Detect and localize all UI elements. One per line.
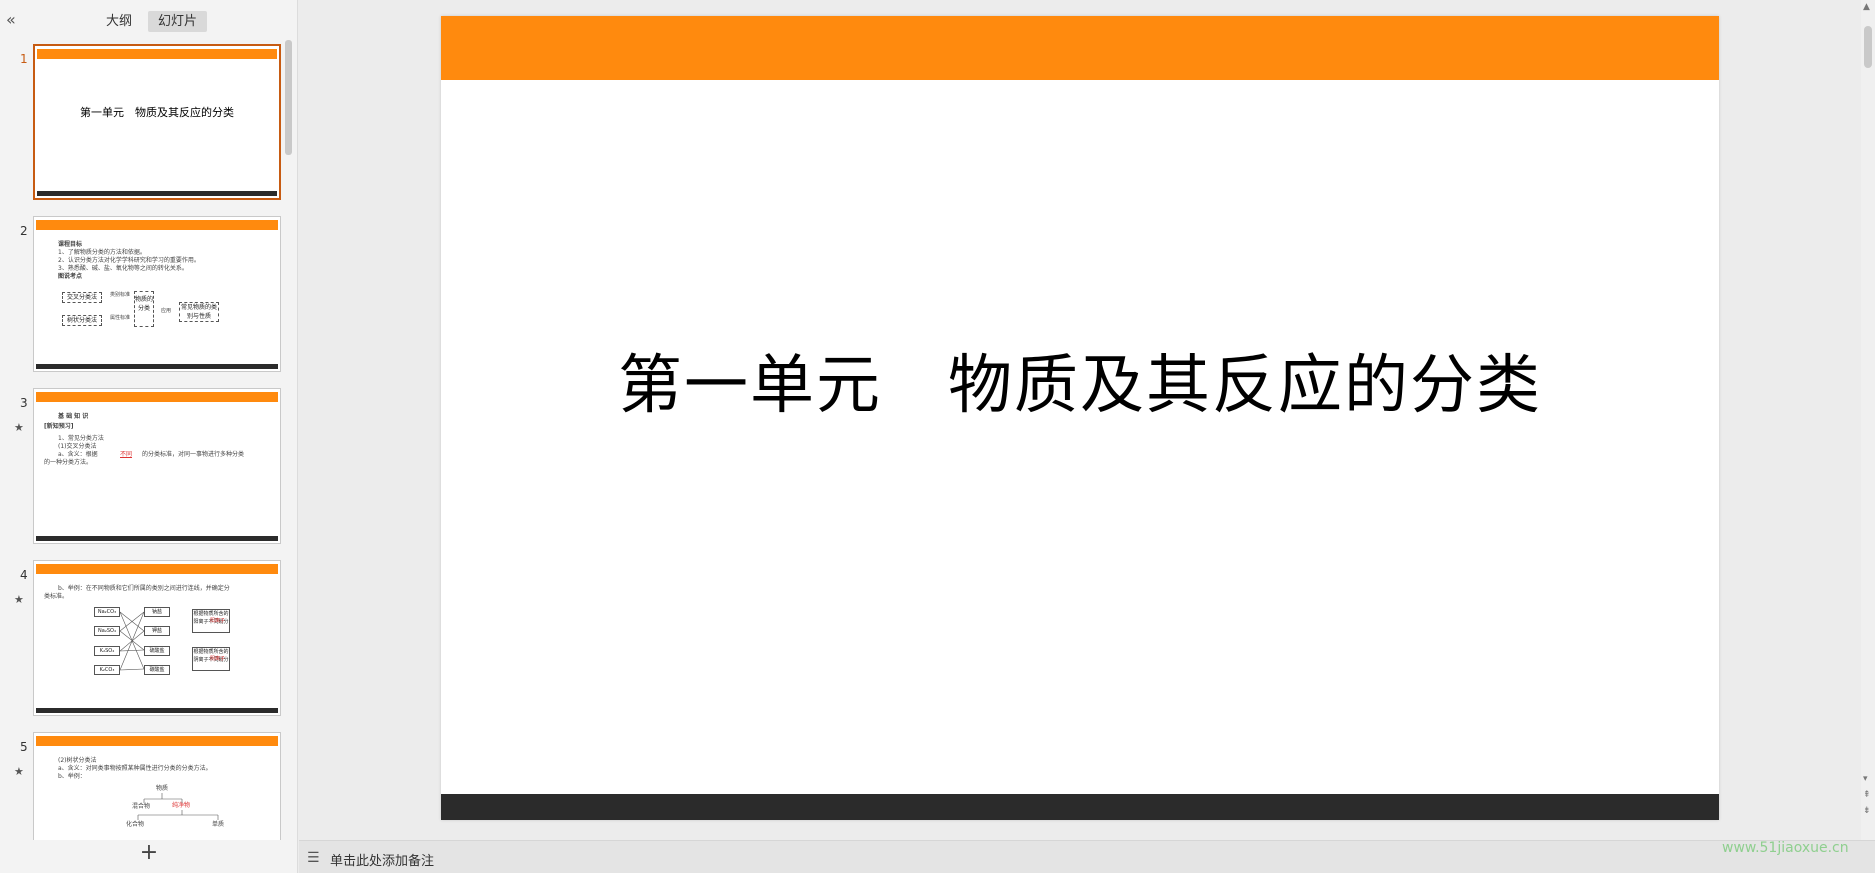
thumb-box: 钠盐 — [144, 607, 170, 617]
thumb-text: 2、认识分类方法对化学学科研究和学习的重要作用。 — [58, 257, 200, 264]
thumb-text: 图说考点 — [58, 273, 83, 280]
thumbnail-scrollbar[interactable] — [285, 40, 292, 155]
vertical-scrollbar[interactable]: ▲ ▾ ⇞ ⇟ — [1861, 0, 1875, 840]
current-slide[interactable]: 第一单元 物质及其反应的分类 — [441, 16, 1719, 820]
thumb-header-bar — [36, 392, 278, 402]
thumb-text: (1)交叉分类法 — [58, 443, 97, 450]
slide-header-bar — [441, 16, 1719, 80]
thumb-header-bar — [36, 736, 278, 746]
thumb-box: K₂CO₃ — [94, 665, 120, 675]
notes-placeholder[interactable]: 单击此处添加备注 — [330, 850, 434, 869]
slide-number: 4 — [20, 568, 28, 582]
thumb-title: 第一单元 物质及其反应的分类 — [80, 106, 234, 119]
thumb-footer-bar — [36, 364, 278, 369]
slide-thumbnail-4[interactable]: 4 ★ b、举例：在不同物质和它们所属的类别之间进行连线，并确定分 类标准。 N… — [0, 556, 290, 716]
thumb-box: K₂SO₄ — [94, 646, 120, 656]
collapse-panel-icon[interactable]: « — [6, 10, 24, 30]
thumb-box: 硫酸盐 — [144, 646, 170, 656]
scroll-down-icon[interactable]: ▾ — [1863, 774, 1868, 784]
watermark: www.51jiaoxue.cn — [1722, 840, 1849, 856]
thumb-text: 基 础 知 识 — [58, 413, 89, 420]
slide-thumbnail-5[interactable]: 5 ★ (2)树状分类法 a、含义：对同类事物按照某种属性进行分类的分类方法。 … — [0, 728, 290, 840]
thumb-text: a、含义：根据 — [58, 451, 98, 458]
slide-thumbnail-1[interactable]: 1 第一单元 物质及其反应的分类 — [0, 40, 290, 200]
thumb-text: b、举例： — [58, 773, 86, 780]
previous-slide-icon[interactable]: ⇞ — [1863, 790, 1871, 800]
thumb-box: Na₂CO₃ — [94, 607, 120, 617]
thumb-text: b、举例：在不同物质和它们所属的类别之间进行连线，并确定分 — [58, 585, 230, 592]
thumb-text: a、含义：对同类事物按照某种属性进行分类的分类方法。 — [58, 765, 212, 772]
thumbnail-frame[interactable]: b、举例：在不同物质和它们所属的类别之间进行连线，并确定分 类标准。 Na₂CO… — [33, 560, 281, 716]
thumb-box: 物质的分类 — [134, 291, 154, 327]
thumbnail-frame[interactable]: (2)树状分类法 a、含义：对同类事物按照某种属性进行分类的分类方法。 b、举例… — [33, 732, 281, 840]
thumb-connector-lines — [120, 611, 144, 671]
thumb-footer-bar — [37, 191, 277, 196]
thumb-text: 1、常见分类方法 — [58, 435, 104, 442]
animation-star-icon: ★ — [14, 765, 24, 778]
tab-slides[interactable]: 幻灯片 — [148, 11, 208, 32]
thumb-box: 交叉分类法 — [62, 292, 102, 303]
thumb-text: 类别标准 — [110, 292, 131, 298]
thumb-blank: 不同 — [120, 451, 133, 458]
thumb-text: (2)树状分类法 — [58, 757, 97, 764]
thumbnail-list: 1 第一单元 物质及其反应的分类 2 课程目标 1、了解物质分类的方法和依据。 … — [0, 40, 298, 840]
thumb-footer-bar — [36, 536, 278, 541]
thumb-box: 钾盐 — [144, 626, 170, 636]
slide-footer-bar — [441, 794, 1719, 820]
thumb-box: 常见物质的类别与性质 — [179, 302, 219, 322]
thumb-text: 的分类标准，对同一事物进行多种分类 — [142, 451, 245, 458]
thumb-header-bar — [36, 564, 278, 574]
thumb-footer-bar — [36, 708, 278, 713]
next-slide-icon[interactable]: ⇟ — [1863, 806, 1871, 816]
notes-bar[interactable]: ☰ 单击此处添加备注 — [299, 840, 1875, 873]
notes-icon: ☰ — [307, 850, 320, 866]
thumb-box: Na₂SO₄ — [94, 626, 120, 636]
thumb-text: 属性标准 — [110, 315, 131, 321]
thumb-box: 碳酸盐 — [144, 665, 170, 675]
slide-thumbnail-3[interactable]: 3 ★ 基 础 知 识 [新知预习] 1、常见分类方法 (1)交叉分类法 a、含… — [0, 384, 290, 544]
scrollbar-thumb[interactable] — [1864, 26, 1872, 68]
thumb-text: 课程目标 — [58, 241, 83, 248]
thumb-blank: 阴离子 — [210, 656, 226, 662]
thumbnail-frame[interactable]: 课程目标 1、了解物质分类的方法和依据。 2、认识分类方法对化学学科研究和学习的… — [33, 216, 281, 372]
thumb-box: 树状分类法 — [62, 315, 102, 326]
slide-number: 1 — [20, 52, 28, 66]
animation-star-icon: ★ — [14, 593, 24, 606]
slide-title[interactable]: 第一单元 物质及其反应的分类 — [441, 334, 1719, 426]
slide-number: 2 — [20, 224, 28, 238]
thumb-text: 应用 — [161, 308, 172, 314]
thumb-text: [新知预习] — [44, 423, 74, 430]
thumb-text: 3、熟悉酸、碱、盐、氧化物等之间的转化关系。 — [58, 265, 188, 272]
tab-outline[interactable]: 大纲 — [96, 11, 142, 32]
thumb-header-bar — [36, 220, 278, 230]
slide-panel: « 大纲 幻灯片 1 第一单元 物质及其反应的分类 2 课程目标 1、了解物质分… — [0, 0, 298, 873]
thumb-tree-lines — [137, 793, 219, 820]
animation-star-icon: ★ — [14, 421, 24, 434]
thumb-blank: 阳离子 — [210, 618, 226, 624]
slide-editor: 第一单元 物质及其反应的分类 — [299, 0, 1861, 840]
thumb-text: 的一种分类方法。 — [44, 459, 93, 466]
thumb-text: 类标准。 — [44, 593, 69, 600]
thumbnail-frame[interactable]: 基 础 知 识 [新知预习] 1、常见分类方法 (1)交叉分类法 a、含义：根据… — [33, 388, 281, 544]
thumb-header-bar — [37, 49, 277, 59]
thumb-text: 1、了解物质分类的方法和依据。 — [58, 249, 146, 256]
add-slide-icon[interactable]: + — [139, 842, 159, 864]
slide-thumbnail-2[interactable]: 2 课程目标 1、了解物质分类的方法和依据。 2、认识分类方法对化学学科研究和学… — [0, 212, 290, 372]
slide-number: 5 — [20, 740, 28, 754]
view-tabs: 大纲 幻灯片 — [96, 11, 208, 32]
scroll-up-icon[interactable]: ▲ — [1863, 2, 1870, 12]
slide-number: 3 — [20, 396, 28, 410]
thumbnail-frame[interactable]: 第一单元 物质及其反应的分类 — [33, 44, 281, 200]
